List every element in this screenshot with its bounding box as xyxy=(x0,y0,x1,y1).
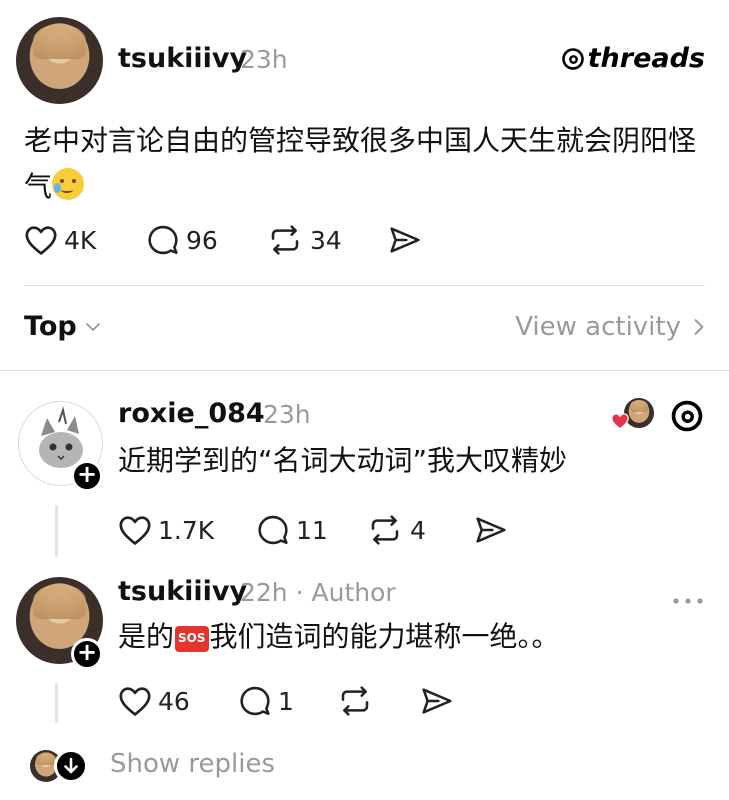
section-divider xyxy=(0,370,729,371)
view-activity-link[interactable]: View activity xyxy=(515,312,705,342)
repost-button[interactable]: 34 xyxy=(266,224,342,256)
reply-like-button[interactable]: 46 xyxy=(118,685,190,717)
author-tag: · Author xyxy=(295,578,396,607)
plus-icon: + xyxy=(76,638,98,666)
thread-line xyxy=(55,683,58,723)
reply-repost-button[interactable] xyxy=(336,685,374,717)
comment-text: 近期学到的“名词大动词”我大叹精妙 xyxy=(118,444,568,477)
comment-like-count: 1.7K xyxy=(158,515,215,545)
reply-timestamp: 22h xyxy=(240,578,288,607)
comment-timestamp: 23h xyxy=(263,400,311,429)
reply-author-username[interactable]: tsukiiivy xyxy=(118,576,247,607)
share-icon xyxy=(422,688,452,714)
follow-plus-button[interactable]: + xyxy=(71,460,103,492)
post-text-content: 老中对言论自由的管控导致很多中国人天生就会阴阳怪气 xyxy=(24,124,697,203)
post-text: 老中对言论自由的管控导致很多中国人天生就会阴阳怪气 xyxy=(24,118,714,210)
heart-icon xyxy=(119,516,151,545)
follow-plus-button[interactable]: + xyxy=(71,638,103,670)
repost-icon xyxy=(341,686,369,716)
reply-reply-count: 1 xyxy=(278,686,294,716)
like-count: 4K xyxy=(64,225,97,255)
more-options-button[interactable] xyxy=(668,592,708,604)
show-replies-label: Show replies xyxy=(110,749,276,779)
share-icon xyxy=(476,517,506,543)
reply-text-before: 是的 xyxy=(118,620,175,653)
post-author-username[interactable]: tsukiiivy xyxy=(118,43,247,74)
comment-reply-count: 11 xyxy=(296,515,328,545)
reply-like-count: 46 xyxy=(158,686,190,716)
threads-brand-label: threads xyxy=(587,43,705,74)
threads-brand: threads xyxy=(561,43,705,74)
comment-repost-count: 4 xyxy=(410,515,426,545)
comment-icon xyxy=(240,686,270,716)
reply-text: 是的 SOS 我们造词的能力堪称一绝。。 xyxy=(118,614,698,660)
reply-meta: 22h · Author xyxy=(240,578,396,607)
view-activity-label: View activity xyxy=(515,312,681,342)
threads-logo-icon[interactable] xyxy=(670,399,704,433)
expand-replies-badge xyxy=(54,749,88,783)
heart-icon xyxy=(611,413,629,430)
post-divider xyxy=(24,285,705,286)
repost-icon xyxy=(271,225,299,255)
chevron-right-icon xyxy=(694,319,704,335)
comment-icon xyxy=(258,515,288,545)
repost-count: 34 xyxy=(310,225,342,255)
show-replies-button[interactable]: Show replies xyxy=(30,748,290,784)
post-timestamp: 23h xyxy=(240,45,288,74)
share-icon xyxy=(390,227,420,253)
reply-reply-button[interactable]: 1 xyxy=(238,685,294,717)
like-button[interactable]: 4K xyxy=(24,224,96,256)
chevron-down-icon xyxy=(85,322,100,331)
sos-emoji-icon: SOS xyxy=(175,626,209,652)
share-button[interactable] xyxy=(386,224,424,256)
reply-button[interactable]: 96 xyxy=(146,224,218,256)
repost-icon xyxy=(371,515,399,545)
comment-share-button[interactable] xyxy=(472,514,510,546)
sort-label: Top xyxy=(24,311,77,342)
reply-count: 96 xyxy=(186,225,218,255)
comment-like-button[interactable]: 1.7K xyxy=(118,514,214,546)
sort-dropdown[interactable]: Top xyxy=(24,311,101,342)
comment-icon xyxy=(148,225,178,255)
thread-line xyxy=(55,505,58,557)
post-author-avatar[interactable] xyxy=(16,17,103,104)
crying-face-emoji-icon xyxy=(52,168,85,200)
heart-icon xyxy=(119,687,151,716)
reply-text-after: 我们造词的能力堪称一绝。。 xyxy=(209,620,560,653)
comment-repost-button[interactable]: 4 xyxy=(366,514,426,546)
heart-icon xyxy=(25,226,57,255)
more-icon xyxy=(673,598,703,604)
arrow-down-icon xyxy=(64,757,78,774)
reply-share-button[interactable] xyxy=(418,685,456,717)
comment-author-username[interactable]: roxie_084 xyxy=(118,398,265,429)
threads-logo-icon xyxy=(561,47,584,70)
comment-reply-button[interactable]: 11 xyxy=(256,514,328,546)
author-liked-indicator xyxy=(610,398,654,432)
plus-icon: + xyxy=(76,460,98,488)
